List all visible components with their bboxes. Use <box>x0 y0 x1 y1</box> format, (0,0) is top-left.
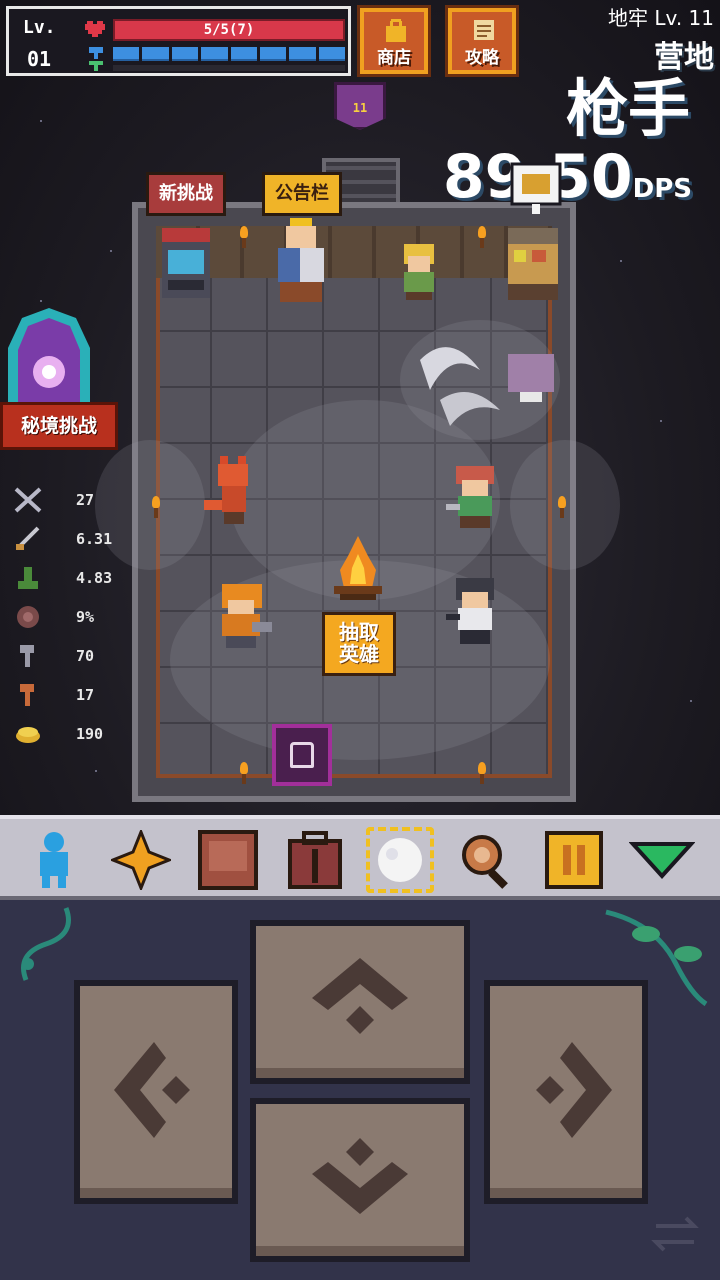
fox-hero[interactable] <box>204 456 260 526</box>
recruit-hero-button[interactable]: 抽取 英雄 <box>322 612 396 676</box>
tab-bar <box>0 815 720 900</box>
level-number: 01 <box>27 47 52 71</box>
tab-eggs[interactable] <box>366 827 434 893</box>
sparkle-icon <box>111 830 171 890</box>
bronze-key-count: 17 <box>76 685 95 704</box>
bulletin-board-sign[interactable]: 公告栏 <box>262 172 342 216</box>
merchant-stall[interactable] <box>504 228 562 300</box>
mushroom-cap-hero[interactable] <box>446 466 504 528</box>
banner-level: 11 <box>352 101 368 115</box>
guide-button[interactable]: 攻略 <box>445 5 519 77</box>
stat-row: 17 <box>10 675 130 714</box>
torch-icon <box>238 762 250 784</box>
chevron-right-icon <box>536 1042 612 1138</box>
move-right-button[interactable] <box>484 980 648 1204</box>
secret-realm-challenge-button[interactable]: 秘境挑战 <box>0 402 118 450</box>
shop-label: 商店 <box>377 48 411 68</box>
egg-icon <box>378 838 422 882</box>
backpack-icon <box>288 831 342 889</box>
slash-effect <box>420 347 554 426</box>
defense-value: 9% <box>76 607 95 626</box>
guide-label: 攻略 <box>465 48 499 68</box>
hero-icon <box>40 832 68 888</box>
vine-decoration <box>21 907 71 981</box>
move-left-button[interactable] <box>74 980 238 1204</box>
move-down-button[interactable] <box>250 1098 470 1262</box>
chevron-left-icon <box>114 1042 190 1138</box>
orange-hair-hero[interactable] <box>212 584 274 648</box>
gold-coin-icon <box>16 726 40 743</box>
dungeon-level: 地牢 Lv. 11 <box>608 6 714 30</box>
stat-row: 190 <box>10 714 130 753</box>
torch-icon <box>476 226 488 248</box>
mana-bar <box>113 47 345 61</box>
shopping-bag-icon <box>386 19 406 42</box>
blonde-hero[interactable] <box>396 244 442 300</box>
magnifier-icon <box>462 835 508 889</box>
lock-icon <box>290 742 314 768</box>
collapse-arrow-icon <box>629 842 695 879</box>
mana-icon <box>89 47 103 71</box>
gold-count: 190 <box>76 724 104 743</box>
torch-icon <box>476 762 488 784</box>
chevron-down-icon <box>312 1138 408 1214</box>
stats-panel: 27 6.31 4.83 9% 70 17 190 <box>10 480 130 753</box>
controller-panel <box>0 900 720 1280</box>
level-banner[interactable]: 11 <box>334 82 386 130</box>
tab-hero[interactable] <box>20 827 88 893</box>
gray-key-count: 70 <box>76 646 95 665</box>
attack-speed-value: 6.31 <box>76 529 113 548</box>
tab-pause[interactable] <box>540 827 608 893</box>
player-status-panel: Lv. 01 5/5(7) <box>6 6 351 76</box>
stat-row: 27 <box>10 480 130 519</box>
swap-layout-icon[interactable] <box>650 1214 700 1254</box>
sword-icon <box>16 526 40 550</box>
tab-collapse[interactable] <box>628 827 696 893</box>
gray-key-icon <box>20 644 34 667</box>
bronze-key-icon <box>20 683 34 706</box>
merchant-speech-bubble[interactable] <box>510 162 562 218</box>
game-scene: Lv. 01 5/5(7) 商店 攻略 地牢 Lv. 11 营地 枪手 DPS … <box>0 0 720 815</box>
torch-icon <box>556 496 568 518</box>
crossed-swords-icon <box>14 487 42 512</box>
stat-row: 9% <box>10 597 130 636</box>
shop-button[interactable]: 商店 <box>357 5 431 77</box>
health-bar: 5/5(7) <box>113 19 345 41</box>
gunner-hero[interactable] <box>446 578 504 644</box>
stat-row: 6.31 <box>10 519 130 558</box>
hero-class-name: 枪手 <box>565 72 690 145</box>
stat-row: 70 <box>10 636 130 675</box>
stat-row: 4.83 <box>10 558 130 597</box>
attack-value: 27 <box>76 490 95 509</box>
torch-icon <box>238 226 250 248</box>
shield-icon <box>17 605 39 628</box>
health-text: 5/5(7) <box>203 22 255 38</box>
tab-inventory[interactable] <box>281 827 349 893</box>
portal-icon[interactable] <box>6 308 92 408</box>
book-icon <box>198 830 258 890</box>
boot-icon <box>18 566 38 589</box>
tab-search[interactable] <box>453 827 521 893</box>
new-challenge-sign[interactable]: 新挑战 <box>146 172 226 216</box>
locked-chest[interactable] <box>272 724 332 786</box>
room-wall <box>156 226 552 282</box>
chevron-up-icon <box>312 958 408 1034</box>
tab-skills[interactable] <box>107 827 175 893</box>
tab-codex[interactable] <box>194 827 262 893</box>
move-up-button[interactable] <box>250 920 470 1084</box>
scroll-icon <box>474 20 494 40</box>
torch-icon <box>150 496 162 518</box>
dps-unit: DPS <box>632 174 692 204</box>
move-speed-value: 4.83 <box>76 568 113 587</box>
arcade-machine[interactable] <box>160 228 212 298</box>
experience-bar <box>113 65 345 71</box>
campfire[interactable] <box>332 536 384 606</box>
pause-icon <box>545 831 603 889</box>
level-label: Lv. <box>23 17 56 38</box>
heart-icon <box>85 21 105 37</box>
king-npc[interactable] <box>270 218 332 302</box>
